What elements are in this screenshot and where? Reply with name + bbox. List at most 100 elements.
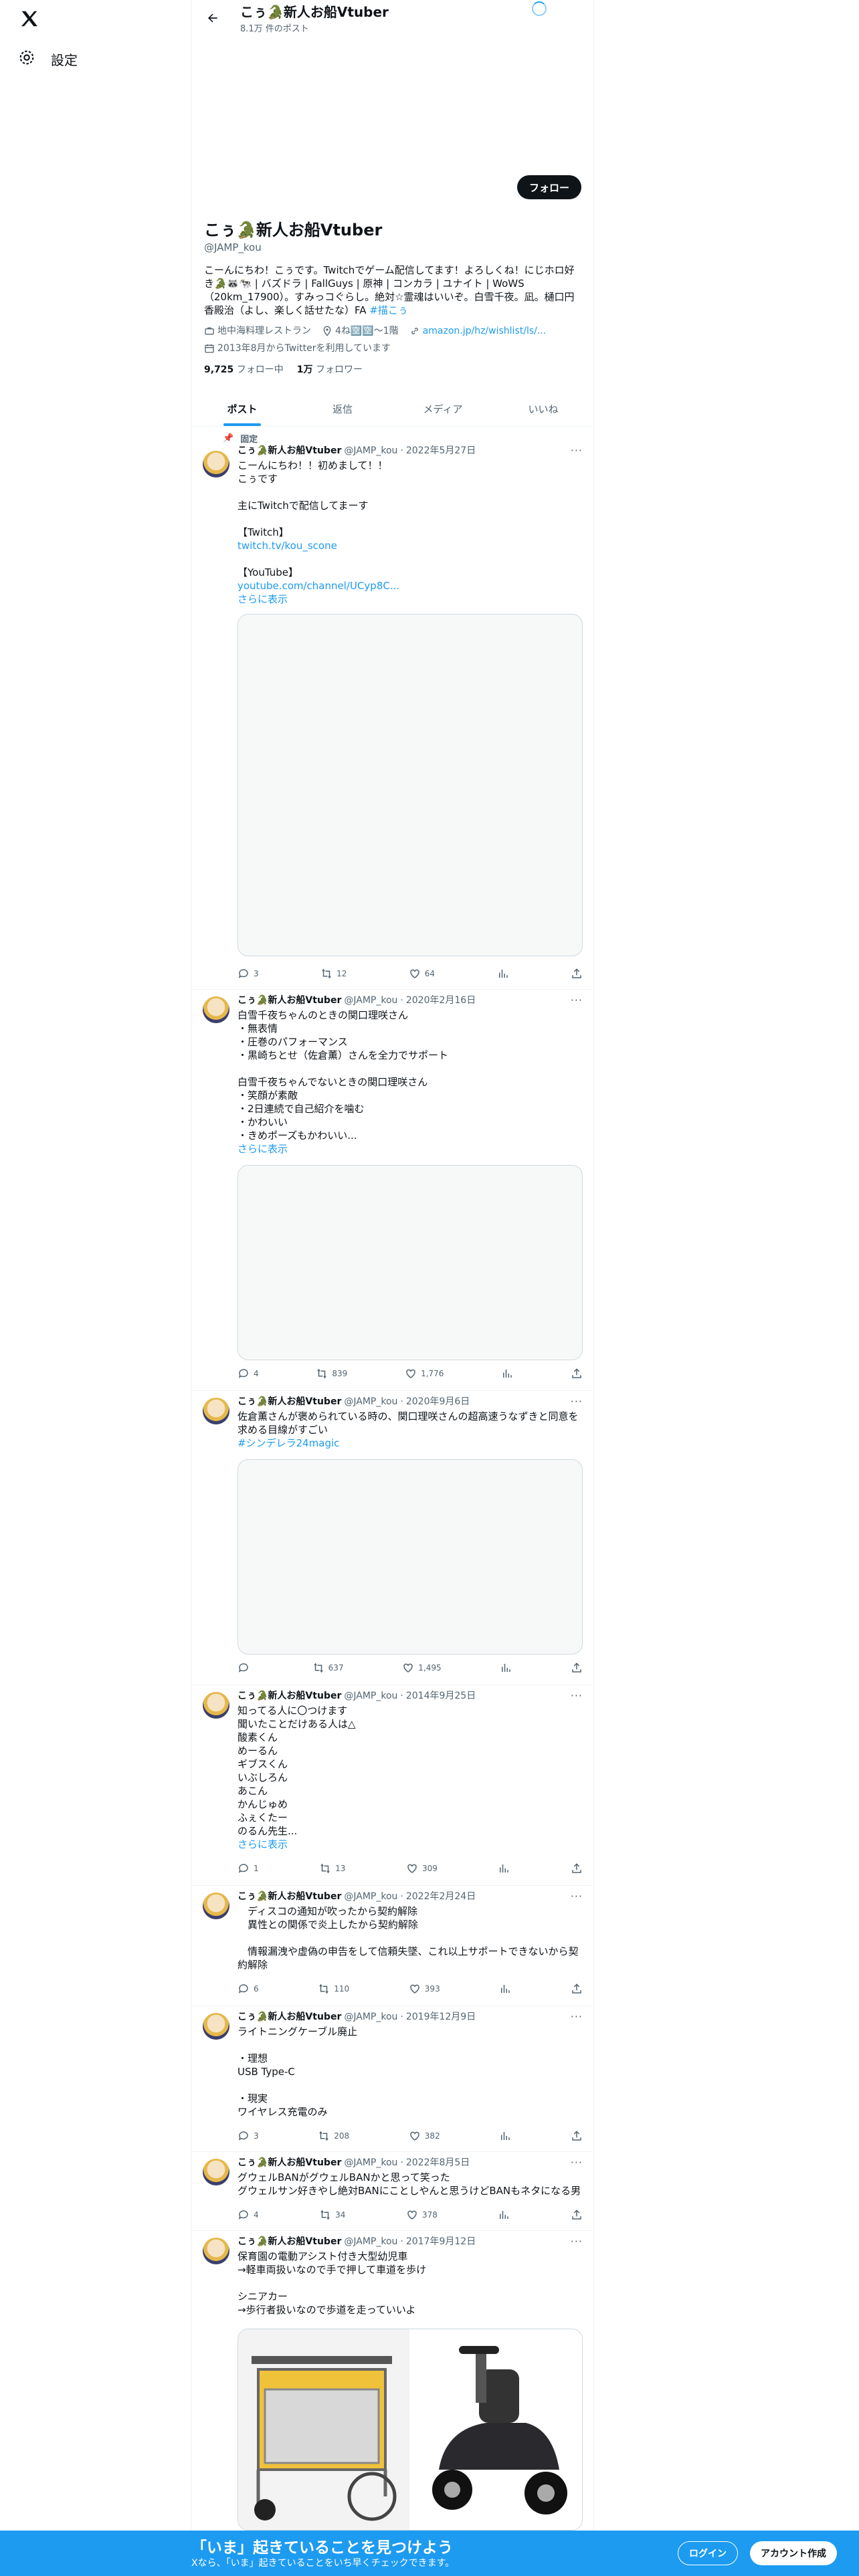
tweet-date: 2017年9月12日 — [405, 2236, 476, 2247]
tab-posts[interactable]: ポスト — [192, 391, 292, 426]
tweet[interactable]: ··· こぅ🐊新人お船Vtuber @JAMP_kou · 2022年2月24日 ディ… — [192, 1886, 593, 2006]
repost-button[interactable]: 110 — [318, 1982, 349, 1996]
reply-button[interactable]: 3 — [237, 967, 259, 980]
tweet[interactable]: ··· こぅ🐊新人お船Vtuber @JAMP_kou · 2020年2月16日 白雪… — [192, 990, 593, 1391]
bio-hashtag[interactable]: #描こぅ — [369, 304, 408, 316]
reply-button[interactable]: 4 — [237, 1367, 259, 1380]
reply-button[interactable]: 3 — [237, 2129, 259, 2143]
author-name: こぅ🐊新人お船Vtuber — [237, 2157, 342, 2168]
heart-icon — [407, 2210, 417, 2220]
tab-likes[interactable]: いいね — [493, 391, 593, 426]
repost-icon — [319, 1983, 328, 1994]
show-more-link[interactable]: さらに表示 — [237, 1142, 583, 1156]
like-button[interactable]: 393 — [409, 1982, 440, 1996]
tweet-body: こぅ🐊新人お船Vtuber @JAMP_kou · 2017年9月12日 保育園の電動… — [237, 2235, 583, 2317]
followers-count[interactable]: 1万 フォロワー — [297, 362, 363, 376]
tweet[interactable]: ··· こぅ🐊新人お船Vtuber @JAMP_kou · 2014年9月25日 知っ… — [192, 1685, 593, 1886]
tweet[interactable]: 📌 固定 ··· こぅ🐊新人お船Vtuber @JAMP_kou · 2022年5月27… — [192, 428, 593, 990]
repost-button[interactable]: 839 — [316, 1367, 347, 1380]
bar-chart-icon — [500, 1864, 509, 1872]
repost-button[interactable]: 13 — [319, 1862, 345, 1875]
views-button[interactable] — [501, 1367, 513, 1380]
share-icon — [572, 2210, 581, 2220]
loading-spinner-icon — [532, 1, 547, 16]
reply-button[interactable]: 6 — [237, 1982, 259, 1996]
tweet[interactable]: ··· こぅ🐊新人お船Vtuber @JAMP_kou · 2019年12月9日 ライ… — [192, 2006, 593, 2152]
views-button[interactable] — [497, 967, 509, 980]
avatar[interactable] — [203, 1398, 229, 1424]
briefcase-icon — [205, 327, 214, 335]
hashtag-link[interactable]: #シンデレラ24magic — [237, 1436, 583, 1450]
share-button[interactable] — [571, 1982, 583, 1996]
author-handle: @JAMP_kou — [344, 1396, 398, 1407]
following-count[interactable]: 9,725 フォロー中 — [204, 362, 284, 376]
repost-icon — [314, 1662, 323, 1673]
nav-settings[interactable]: 設定 — [17, 45, 78, 72]
tweet-body: こぅ🐊新人お船Vtuber @JAMP_kou · 2022年2月24日 ディスコの通… — [237, 1890, 583, 1971]
tweet-media[interactable] — [237, 614, 583, 956]
author-handle: @JAMP_kou — [344, 2157, 398, 2168]
back-button[interactable] — [201, 7, 224, 29]
avatar[interactable] — [203, 1692, 229, 1719]
reply-button[interactable] — [237, 1661, 254, 1675]
show-more-link[interactable]: さらに表示 — [237, 1838, 583, 1851]
tab-replies[interactable]: 返信 — [292, 391, 393, 426]
tweet[interactable]: ··· こぅ🐊新人お船Vtuber @JAMP_kou · 2017年9月12日 保育… — [192, 2231, 593, 2531]
signup-button[interactable]: アカウント作成 — [750, 2541, 837, 2565]
tweet-actions: 4 34 378 — [237, 2208, 583, 2222]
profile-link[interactable]: amazon.jp/hz/wishlist/ls/... — [409, 324, 546, 338]
like-button[interactable]: 382 — [409, 2129, 440, 2143]
reply-button[interactable]: 4 — [237, 2208, 259, 2222]
avatar[interactable] — [203, 2013, 229, 2040]
reply-icon — [238, 969, 248, 978]
repost-button[interactable]: 637 — [312, 1661, 344, 1675]
reply-button[interactable]: 1 — [237, 1862, 259, 1875]
avatar[interactable] — [203, 1893, 229, 1919]
avatar[interactable] — [203, 996, 229, 1023]
tweet-text: ディスコの通知が吹ったから契約解除 異性との関係で炎上したから契約解除 情報漏洩… — [237, 1905, 579, 1971]
views-button[interactable] — [499, 1982, 511, 1996]
share-button[interactable] — [571, 967, 583, 980]
tweet-media[interactable] — [237, 2329, 583, 2531]
repost-button[interactable]: 34 — [319, 2208, 345, 2222]
tweet-text: ライトニングケーブル廃止 ・理想 USB Type-C ・現実 ワイヤレス充電の… — [237, 2026, 358, 2118]
share-button[interactable] — [571, 1862, 583, 1875]
like-button[interactable]: 1,776 — [405, 1367, 444, 1380]
tweet-link-2[interactable]: youtube.com/channel/UCyp8C... — [237, 579, 583, 593]
like-button[interactable]: 64 — [409, 967, 435, 980]
pin-icon: 📌 — [223, 433, 234, 443]
reply-icon — [238, 1369, 248, 1378]
views-button[interactable] — [498, 1862, 510, 1875]
like-button[interactable]: 378 — [406, 2208, 438, 2222]
share-button[interactable] — [571, 1661, 583, 1675]
tab-media[interactable]: メディア — [393, 391, 493, 426]
share-button[interactable] — [571, 1367, 583, 1380]
profile-location: 4ね🈳🈳〜1階 — [322, 324, 399, 338]
like-button[interactable]: 309 — [406, 1862, 438, 1875]
views-button[interactable] — [499, 2129, 511, 2143]
tweet-text-2: 【YouTube】 — [237, 566, 298, 578]
avatar[interactable] — [203, 451, 229, 477]
tweet-media[interactable] — [237, 1165, 583, 1360]
repost-button[interactable]: 12 — [320, 967, 347, 980]
profile-info: こぅ🐊新人お船Vtuber @JAMP_kou こーんにちわ！こぅです。Twit… — [204, 219, 583, 376]
avatar[interactable] — [203, 2159, 229, 2185]
share-button[interactable] — [571, 2129, 583, 2143]
views-button[interactable] — [498, 2208, 510, 2222]
tweet-body: こぅ🐊新人お船Vtuber @JAMP_kou · 2019年12月9日 ライトニング… — [237, 2010, 583, 2119]
avatar[interactable] — [203, 2238, 229, 2264]
author-handle: @JAMP_kou — [344, 2012, 398, 2022]
tweet[interactable]: ··· こぅ🐊新人お船Vtuber @JAMP_kou · 2020年9月6日 佐倉薫… — [192, 1391, 593, 1685]
show-more-link[interactable]: さらに表示 — [237, 593, 583, 606]
tweet-media[interactable] — [237, 1459, 583, 1654]
x-logo-icon[interactable] — [17, 7, 41, 31]
repost-button[interactable]: 208 — [318, 2129, 349, 2143]
tweet-link[interactable]: twitch.tv/kou_scone — [237, 539, 583, 552]
author-handle: @JAMP_kou — [344, 1891, 398, 1902]
tweet[interactable]: ··· こぅ🐊新人お船Vtuber @JAMP_kou · 2022年8月5日 グウェ… — [192, 2152, 593, 2231]
login-button[interactable]: ログイン — [678, 2541, 738, 2565]
like-button[interactable]: 1,495 — [402, 1661, 442, 1675]
follow-button[interactable]: フォロー — [516, 175, 581, 199]
share-button[interactable] — [571, 2208, 583, 2222]
views-button[interactable] — [500, 1661, 512, 1675]
